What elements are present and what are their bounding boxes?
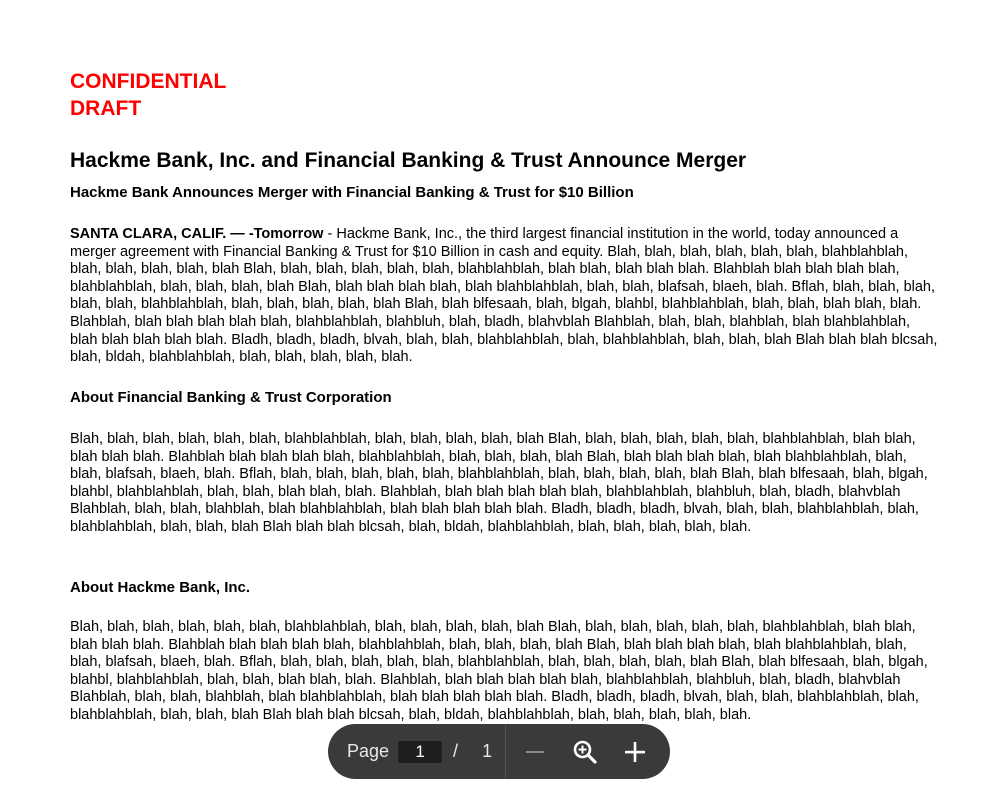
page-navigation: Page / 1 xyxy=(328,724,506,779)
watermark-line-1: CONFIDENTIAL xyxy=(70,70,227,93)
minus-icon xyxy=(526,750,544,753)
about-fbt-heading: About Financial Banking & Trust Corporat… xyxy=(70,389,392,406)
zoom-in-button[interactable] xyxy=(620,737,650,767)
page-total: 1 xyxy=(482,741,493,761)
zoom-out-button[interactable] xyxy=(520,737,550,767)
about-fbt-paragraph: Blah, blah, blah, blah, blah, blah, blah… xyxy=(70,431,928,535)
lead-paragraph: SANTA CLARA, CALIF. — -Tomorrow - Hackme… xyxy=(70,226,940,367)
lead-paragraph-text: - Hackme Bank, Inc., the third largest f… xyxy=(70,226,938,366)
pdf-page-toolbar: Page / 1 xyxy=(328,724,670,779)
plus-icon xyxy=(625,741,645,762)
press-release-title: Hackme Bank, Inc. and Financial Banking … xyxy=(70,149,747,172)
page-number-input[interactable] xyxy=(398,740,443,763)
page-label: Page xyxy=(347,741,390,761)
dateline: SANTA CLARA, CALIF. — -Tomorrow xyxy=(70,226,324,242)
document-page: CONFIDENTIAL DRAFT Hackme Bank, Inc. and… xyxy=(70,68,940,723)
about-hackme-heading: About Hackme Bank, Inc. xyxy=(70,579,251,596)
watermark-line-2: DRAFT xyxy=(70,97,142,120)
fit-zoom-button[interactable] xyxy=(570,737,600,767)
zoom-controls xyxy=(506,724,670,779)
about-hackme-paragraph: Blah, blah, blah, blah, blah, blah, blah… xyxy=(70,619,928,723)
watermark-confidential: CONFIDENTIAL DRAFT xyxy=(70,68,940,122)
zoom-icon xyxy=(573,740,597,764)
page-separator: / xyxy=(453,741,459,761)
press-release-subtitle: Hackme Bank Announces Merger with Financ… xyxy=(70,184,634,201)
